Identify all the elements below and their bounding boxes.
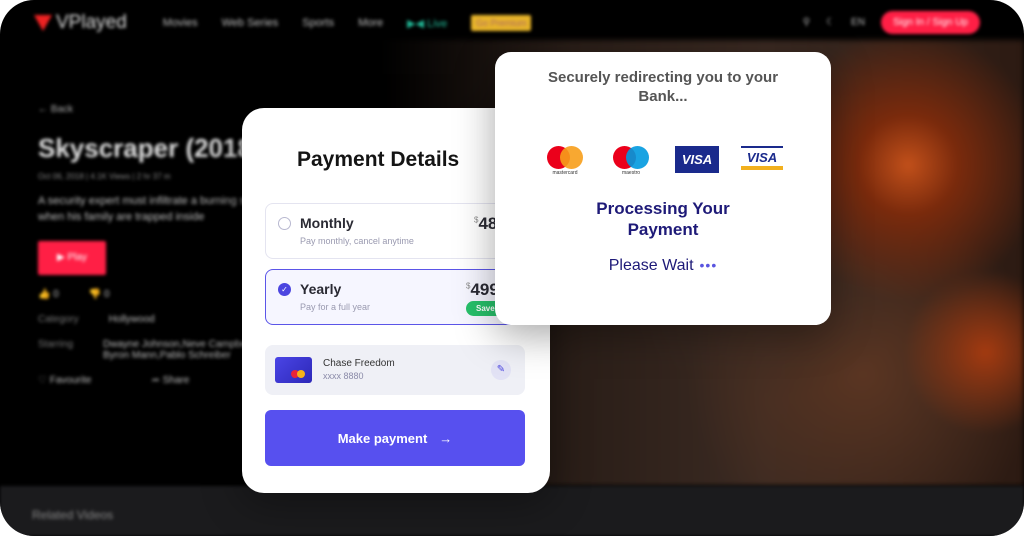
desc-line: A security expert must infiltrate a burn… xyxy=(38,195,258,207)
movie-details: ← Back Skyscraper (2018) Oct 06, 2018 | … xyxy=(38,104,261,386)
moon-icon[interactable]: ☾ xyxy=(826,17,835,28)
maestro-logo: maestro xyxy=(609,146,653,176)
like-count: 0 xyxy=(53,289,59,300)
saved-card[interactable]: Chase Freedom xxxx 8880 ✎ xyxy=(265,345,525,395)
nav-live-label: Live xyxy=(427,17,448,30)
play-button[interactable]: ▶ Play xyxy=(38,241,106,275)
brand-name: VPlayed xyxy=(56,12,127,33)
card-number: xxxx 8880 xyxy=(323,371,364,381)
loading-dots-icon: ••• xyxy=(699,257,718,273)
nav-live[interactable]: ▶◀ Live xyxy=(407,17,447,30)
plan-price: $499 xyxy=(466,280,499,300)
starring-label: Starring xyxy=(38,339,74,350)
favourite-button[interactable]: ♡ Favourite xyxy=(38,375,91,386)
make-payment-label: Make payment xyxy=(337,430,428,446)
dislike-button[interactable]: 👎 0 xyxy=(89,289,110,300)
back-label: Back xyxy=(50,104,74,115)
dislike-count: 0 xyxy=(104,289,110,300)
starring-line: Dwayne Johnson,Neve Campbell xyxy=(103,339,251,350)
plan-subtitle: Pay monthly, cancel anytime xyxy=(300,236,414,246)
card-network-logos: mastercard maestro VISA VISA xyxy=(495,146,831,182)
brand-logo[interactable]: VPlayed xyxy=(34,12,127,34)
visa-logo-alt: VISA xyxy=(741,146,783,170)
desc-line: when his family are trapped inside xyxy=(38,211,205,223)
related-videos-bar: Related Videos xyxy=(0,486,1024,536)
movie-meta: Oct 06, 2018 | 4.1K Views | 2 hr 37 m xyxy=(38,172,171,181)
nav-movies[interactable]: Movies xyxy=(163,17,198,29)
redirect-heading: Securely redirecting you to your Bank... xyxy=(547,69,779,105)
nav-web-series[interactable]: Web Series xyxy=(222,17,279,29)
card-name: Chase Freedom xyxy=(323,358,395,369)
credit-card-icon xyxy=(275,357,312,383)
starring-value: Dwayne Johnson,Neve Campbell Byron Mann,P… xyxy=(103,339,251,361)
nav-more[interactable]: More xyxy=(358,17,383,29)
premium-badge[interactable]: Go Premium xyxy=(471,15,532,31)
like-button[interactable]: 👍 0 xyxy=(38,289,59,300)
share-label: Share xyxy=(162,375,190,386)
starring-line: Byron Mann,Pablo Schreiber xyxy=(103,350,231,361)
processing-text: Processing Your Payment xyxy=(596,199,730,239)
radio-checked-icon[interactable]: ✓ xyxy=(278,283,291,296)
logo-icon xyxy=(34,15,52,31)
wait-label: Please Wait xyxy=(608,257,694,274)
logo-text: maestro xyxy=(621,170,641,176)
visa-logo: VISA xyxy=(675,146,719,173)
movie-description: A security expert must infiltrate a burn… xyxy=(38,193,258,225)
please-wait: Please Wait ••• xyxy=(495,257,831,275)
search-icon[interactable]: ⚲ xyxy=(803,17,810,28)
movie-title: Skyscraper (2018) xyxy=(38,133,261,163)
language-select[interactable]: EN xyxy=(851,17,865,28)
plan-name: Yearly xyxy=(300,281,342,297)
mastercard-logo: mastercard xyxy=(543,146,587,176)
back-link[interactable]: ← Back xyxy=(38,104,261,115)
category-label: Category xyxy=(38,314,79,325)
share-button[interactable]: ➦ Share xyxy=(151,375,189,386)
arrow-right-icon: → xyxy=(439,430,453,446)
payment-title: Payment Details xyxy=(297,148,460,171)
top-nav: VPlayed Movies Web Series Sports More ▶◀… xyxy=(0,0,1024,46)
favourite-label: Favourite xyxy=(49,375,92,386)
plan-price: $48 xyxy=(474,214,497,234)
play-label: Play xyxy=(67,252,87,263)
logo-text: mastercard xyxy=(552,170,578,176)
bank-redirect-card: Securely redirecting you to your Bank...… xyxy=(495,52,831,325)
category-value: Hollywood xyxy=(108,314,155,325)
plan-name: Monthly xyxy=(300,215,354,231)
signin-button[interactable]: Sign In / Sign Up xyxy=(880,11,980,34)
edit-pencil-icon[interactable]: ✎ xyxy=(491,360,511,380)
make-payment-button[interactable]: Make payment → xyxy=(265,410,525,466)
related-title: Related Videos xyxy=(32,508,114,522)
radio-unchecked-icon[interactable] xyxy=(278,217,291,230)
nav-sports[interactable]: Sports xyxy=(302,17,334,29)
plan-subtitle: Pay for a full year xyxy=(300,302,371,312)
